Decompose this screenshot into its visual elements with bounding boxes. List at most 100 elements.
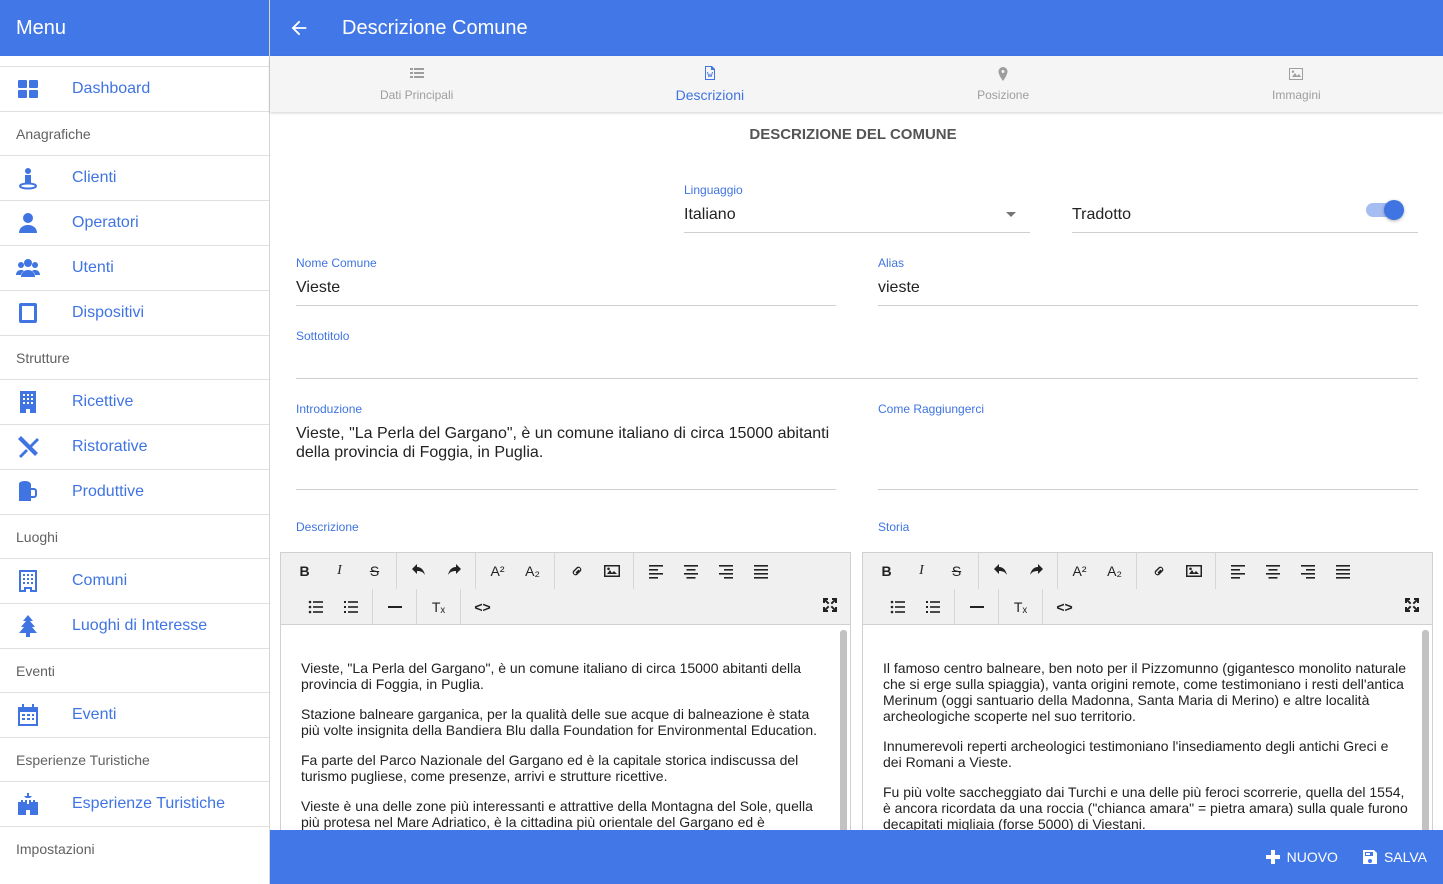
align-center-icon	[1265, 565, 1280, 579]
horizontal-rule-button[interactable]	[377, 592, 412, 622]
description-editor-body[interactable]: Vieste, "La Perla del Gargano", è un com…	[281, 625, 850, 830]
new-button[interactable]: NUOVO	[1265, 849, 1338, 865]
undo-button[interactable]	[401, 556, 436, 586]
align-center-icon	[683, 565, 698, 579]
description-label: Descrizione	[296, 520, 359, 534]
editor-paragraph: Innumerevoli reperti archeologici testim…	[883, 738, 1389, 770]
editor-scrollbar[interactable]	[840, 630, 847, 830]
language-select[interactable]: Linguaggio Italiano	[684, 183, 1030, 233]
insert-image-button[interactable]	[1176, 556, 1211, 586]
tablet-icon	[0, 301, 72, 325]
italic-button[interactable]: I	[904, 556, 939, 586]
align-justify-icon	[753, 565, 768, 579]
sidebar-item-ricettive[interactable]: Ricettive	[0, 379, 269, 424]
superscript-button[interactable]: A²	[480, 556, 515, 586]
sidebar-item-clienti[interactable]: Clienti	[0, 155, 269, 200]
sidebar-item-dashboard[interactable]: Dashboard	[0, 66, 269, 111]
tab-immagini[interactable]: Immagini	[1150, 56, 1443, 112]
tab-label: Posizione	[977, 87, 1030, 102]
link-icon	[1154, 566, 1163, 576]
undo-button[interactable]	[983, 556, 1018, 586]
superscript-button[interactable]: A²	[1062, 556, 1097, 586]
subscript-button[interactable]: A₂	[1097, 556, 1132, 586]
link-button[interactable]	[1141, 556, 1176, 586]
tab-dati-principali[interactable]: Dati Principali	[270, 56, 563, 112]
cutlery-icon	[0, 435, 72, 459]
bold-button[interactable]: B	[869, 556, 904, 586]
history-label-wrap: Storia	[878, 520, 909, 534]
sidebar-item-esperienze[interactable]: Esperienze Turistiche	[0, 781, 269, 826]
align-justify-button[interactable]	[743, 556, 778, 586]
align-center-button[interactable]	[1255, 556, 1290, 586]
sidebar-item-luoghi-interesse[interactable]: Luoghi di Interesse	[0, 603, 269, 648]
tab-label: Descrizioni	[675, 86, 745, 103]
sidebar-item-produttive[interactable]: Produttive	[0, 469, 269, 514]
language-value: Italiano	[684, 206, 736, 223]
link-button[interactable]	[559, 556, 594, 586]
name-value: Vieste	[296, 279, 341, 296]
code-view-button[interactable]: <>	[465, 592, 500, 622]
list-icon	[409, 67, 424, 78]
bullet-list-button[interactable]	[880, 592, 915, 622]
sidebar-section-luoghi: Luoghi	[0, 514, 269, 558]
bullet-list-button[interactable]	[298, 592, 333, 622]
how-to-reach-field[interactable]: Come Raggiungerci	[878, 402, 1418, 490]
redo-button[interactable]	[1018, 556, 1053, 586]
language-label: Linguaggio	[684, 183, 743, 197]
translated-toggle[interactable]	[1366, 200, 1404, 220]
new-button-label: NUOVO	[1286, 849, 1338, 865]
sidebar-item-utenti[interactable]: Utenti	[0, 245, 269, 290]
section-title: DESCRIZIONE DEL COMUNE	[749, 126, 957, 143]
fullscreen-button[interactable]	[822, 597, 838, 613]
sidebar-item-dispositivi[interactable]: Dispositivi	[0, 290, 269, 335]
align-right-button[interactable]	[708, 556, 743, 586]
history-editor-body[interactable]: Il famoso centro balneare, ben noto per …	[863, 625, 1432, 830]
sidebar-item-label: Utenti	[72, 259, 114, 276]
undo-icon	[993, 564, 1007, 575]
editor-paragraph: Il famoso centro balneare, ben noto per …	[883, 660, 1406, 724]
insert-image-button[interactable]	[594, 556, 629, 586]
clear-format-button[interactable]: Tₓ	[421, 592, 456, 622]
editor-paragraph: Stazione balneare garganica, per la qual…	[301, 706, 817, 738]
alias-field[interactable]: Alias vieste	[878, 256, 1418, 306]
align-right-button[interactable]	[1290, 556, 1325, 586]
numbered-list-button[interactable]	[333, 592, 368, 622]
code-view-button[interactable]: <>	[1047, 592, 1082, 622]
editor-scrollbar[interactable]	[1422, 630, 1429, 830]
sidebar-item-comuni[interactable]: Comuni	[0, 558, 269, 603]
align-left-button[interactable]	[1220, 556, 1255, 586]
sidebar-item-label: Dashboard	[72, 80, 151, 97]
tab-posizione[interactable]: Posizione	[857, 56, 1150, 112]
dashboard-icon	[0, 77, 72, 101]
main-content: DESCRIZIONE DEL COMUNE Linguaggio Italia…	[270, 112, 1443, 830]
image-icon	[1185, 565, 1202, 577]
numbered-list-button[interactable]	[915, 592, 950, 622]
castle-icon	[0, 792, 72, 816]
intro-field[interactable]: Introduzione Vieste, "La Perla del Garga…	[296, 402, 836, 490]
subtitle-field[interactable]: Sottotitolo	[296, 329, 1418, 379]
horizontal-rule-button[interactable]	[959, 592, 994, 622]
align-left-button[interactable]	[638, 556, 673, 586]
editor-toolbar: B I S A² A₂ Tₓ <>	[863, 553, 1432, 625]
building-icon	[0, 390, 72, 414]
sidebar-item-eventi[interactable]: Eventi	[0, 692, 269, 737]
sidebar-item-operatori[interactable]: Operatori	[0, 200, 269, 245]
redo-button[interactable]	[436, 556, 471, 586]
tab-descrizioni[interactable]: Descrizioni	[563, 56, 856, 112]
back-arrow-icon[interactable]	[270, 17, 328, 39]
strikethrough-button[interactable]: S	[357, 556, 392, 586]
sidebar-item-ristorative[interactable]: Ristorative	[0, 424, 269, 469]
strikethrough-button[interactable]: S	[939, 556, 974, 586]
sidebar-section-impostazioni: Impostazioni	[0, 826, 269, 870]
subscript-button[interactable]: A₂	[515, 556, 550, 586]
fullscreen-button[interactable]	[1404, 597, 1420, 613]
bold-button[interactable]: B	[287, 556, 322, 586]
clear-format-button[interactable]: Tₓ	[1003, 592, 1038, 622]
align-justify-button[interactable]	[1325, 556, 1360, 586]
italic-button[interactable]: I	[322, 556, 357, 586]
save-button[interactable]: SALVA	[1362, 849, 1427, 865]
align-center-button[interactable]	[673, 556, 708, 586]
fullscreen-icon	[1405, 598, 1419, 612]
align-right-icon	[718, 565, 733, 579]
name-field[interactable]: Nome Comune Vieste	[296, 256, 836, 306]
